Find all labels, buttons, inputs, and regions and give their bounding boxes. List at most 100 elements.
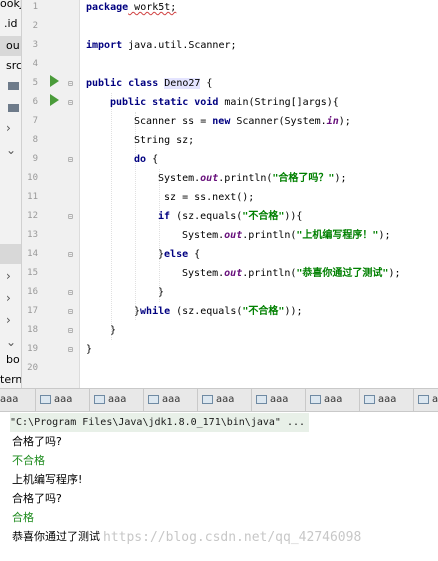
field-name: out <box>224 230 243 241</box>
code-line-8: String sz; <box>134 131 194 150</box>
run-tab[interactable]: aaa <box>198 389 252 411</box>
run-tab[interactable]: aaa <box>144 389 198 411</box>
run-tab-label: aaa <box>324 394 343 405</box>
run-tab[interactable]: aaa <box>36 389 90 411</box>
code-text: System. <box>158 173 201 184</box>
code-text: System. <box>182 230 225 241</box>
console-tab-icon <box>202 395 213 404</box>
code-line-13: System.out.println("上机编写程序！"); <box>182 226 391 245</box>
sidebar-item-idea[interactable]: .id <box>0 14 21 34</box>
console-tab-icon <box>94 395 105 404</box>
sidebar-item-project[interactable]: ookJ <box>0 0 22 14</box>
sidebar-item-out[interactable]: ou <box>0 36 21 56</box>
code-text: .println( <box>242 230 297 241</box>
keyword: public class <box>86 78 159 89</box>
code-text: { <box>146 154 159 165</box>
fold-icon[interactable]: ⊟ <box>68 302 73 321</box>
console-tab-icon <box>310 395 321 404</box>
sidebar-expand-5[interactable]: › <box>0 310 21 330</box>
fold-icon[interactable]: ⊟ <box>68 207 73 226</box>
run-tab[interactable]: aaa <box>252 389 306 411</box>
sidebar-item-label: tern <box>0 373 22 386</box>
sidebar-expand-6[interactable]: ⌄ <box>0 332 21 352</box>
code-text: ); <box>338 116 351 127</box>
line-number: 8 <box>32 135 38 145</box>
line-number: 15 <box>27 268 38 278</box>
keyword: new <box>212 116 231 127</box>
run-tab[interactable]: aaa <box>90 389 144 411</box>
console-tab-icon <box>256 395 267 404</box>
sidebar-item-selected[interactable] <box>0 244 21 264</box>
console-output-line: 上机编写程序! <box>12 473 83 486</box>
line-number: 12 <box>27 211 38 221</box>
line-number: 6 <box>32 97 38 107</box>
sidebar-item-bo[interactable]: bo <box>0 350 21 370</box>
code-line-12: if (sz.equals("不合格")){ <box>158 207 302 226</box>
run-tab-strip: aaa aaa aaa aaa aaa aaa aaa aaa aaa <box>0 388 438 412</box>
run-class-icon[interactable] <box>50 75 59 87</box>
folder-icon <box>8 104 19 112</box>
code-text: sz = ss.next(); <box>158 192 255 203</box>
code-line-6: public static void main(String[]args){ <box>110 93 339 112</box>
code-line-7: Scanner ss = new Scanner(System.in); <box>134 112 351 131</box>
console-tab-icon <box>418 395 429 404</box>
run-tab[interactable]: aaa <box>0 389 36 411</box>
sidebar-expand-1[interactable]: › <box>0 118 21 138</box>
sidebar-expand-3[interactable]: › <box>0 266 21 286</box>
line-number: 18 <box>27 325 38 335</box>
field-name: out <box>224 268 243 279</box>
keyword: else <box>164 249 189 260</box>
console-input-line: 不合格 <box>12 454 45 467</box>
fold-icon[interactable]: ⊟ <box>68 93 73 112</box>
code-text: work5t; <box>128 2 177 13</box>
sidebar-item-src[interactable]: src <box>0 56 22 76</box>
fold-icon[interactable]: ⊟ <box>68 283 73 302</box>
string-literal: "上机编写程序！" <box>296 230 379 241</box>
code-text: (sz.equals( <box>170 306 243 317</box>
code-line-11: sz = ss.next(); <box>158 188 254 207</box>
editor-gutter: 1 2 3 4 5 6 7 8 9 10 11 12 13 14 15 16 1… <box>22 0 80 388</box>
run-tab-label: aaa <box>216 394 235 405</box>
run-tab[interactable]: aaa <box>414 389 438 411</box>
fold-icon[interactable]: ⊟ <box>68 340 73 359</box>
line-number: 14 <box>27 249 38 259</box>
console-output-line: 合格了吗? <box>12 492 62 505</box>
line-number: 5 <box>32 78 38 88</box>
fold-icon[interactable]: ⊟ <box>68 74 73 93</box>
field-name: out <box>200 173 219 184</box>
run-tab-label: aaa <box>378 394 397 405</box>
project-sidebar: ookJ .id ou src › ⌄ › › › ⌄ bo tern <box>0 0 22 388</box>
run-tab[interactable]: aaa <box>360 389 414 411</box>
sidebar-item-label: src <box>6 59 22 72</box>
code-line-1: package work5t; <box>86 0 176 17</box>
fold-icon[interactable]: ⊟ <box>68 150 73 169</box>
sidebar-item-folder-2[interactable] <box>0 98 21 118</box>
chevron-down-icon: ⌄ <box>6 335 17 349</box>
sidebar-expand-2[interactable]: ⌄ <box>0 140 21 160</box>
line-number: 1 <box>32 2 38 12</box>
code-line-17: }while (sz.equals("不合格")); <box>134 302 303 321</box>
run-tab-label: aaa <box>270 394 289 405</box>
fold-icon[interactable]: ⊟ <box>68 245 73 264</box>
run-tab-label: aaa <box>162 394 181 405</box>
sidebar-item-external[interactable]: tern <box>0 370 22 388</box>
console-tab-icon <box>148 395 159 404</box>
console-tab-icon <box>40 395 51 404</box>
string-literal: "合格了吗？" <box>272 173 335 184</box>
run-tab[interactable]: aaa <box>306 389 360 411</box>
code-text: } <box>110 325 117 336</box>
line-number: 7 <box>32 116 38 126</box>
code-line-10: System.out.println("合格了吗？"); <box>158 169 347 188</box>
code-text: } <box>158 287 165 298</box>
string-literal: "恭喜你通过了测试" <box>296 268 389 279</box>
sidebar-item-folder-1[interactable] <box>0 76 21 96</box>
run-tab-label: aaa <box>108 394 127 405</box>
sidebar-item-label: ookJ <box>0 0 22 10</box>
sidebar-expand-4[interactable]: › <box>0 288 21 308</box>
run-main-icon[interactable] <box>50 94 59 106</box>
run-tab-label: aaa <box>54 394 73 405</box>
code-text: } <box>86 344 93 355</box>
code-text: { <box>200 78 213 89</box>
code-editor[interactable]: package work5t; import java.util.Scanner… <box>81 0 438 388</box>
fold-icon[interactable]: ⊟ <box>68 321 73 340</box>
